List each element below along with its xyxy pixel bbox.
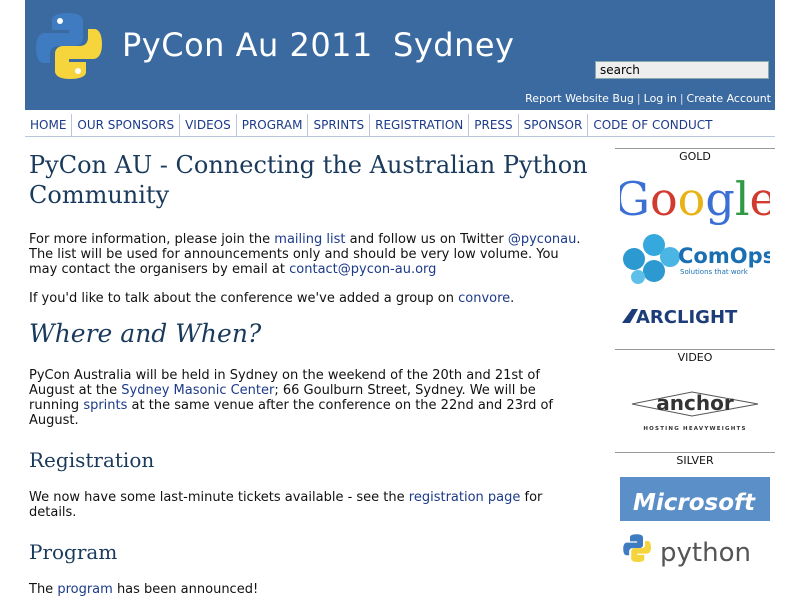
sponsor-sidebar: GOLD Google ComOps Solutions that work A… — [615, 148, 775, 567]
text: . — [510, 291, 515, 306]
convore-paragraph: If you'd like to talk about the conferen… — [29, 291, 589, 306]
comops-name: ComOps — [678, 244, 770, 268]
comops-sponsor-logo[interactable]: ComOps Solutions that work — [620, 229, 770, 287]
nav-program[interactable]: PROGRAM — [237, 113, 309, 136]
site-header: PyCon Au 2011 Sydney Report Website Bug|… — [25, 0, 775, 110]
venue-link[interactable]: Sydney Masonic Center — [121, 383, 274, 398]
search-input[interactable] — [595, 61, 769, 79]
gold-tier-label: GOLD — [615, 148, 775, 163]
header-links: Report Website Bug | Log in | Create Account — [525, 92, 771, 105]
logo-letter: o — [678, 172, 706, 226]
microsoft-sponsor-logo[interactable]: Microsoft — [620, 467, 770, 527]
intro-paragraph: For more information, please join the ma… — [29, 232, 589, 277]
login-link[interactable]: Log in — [644, 92, 677, 105]
nav-videos[interactable]: VIDEOS — [180, 113, 237, 136]
site-title: PyCon Au 2011 — [122, 26, 373, 64]
comops-tagline: Solutions that work — [680, 268, 749, 276]
separator: | — [679, 92, 684, 105]
text: The — [29, 582, 58, 597]
python-name: python — [660, 538, 751, 567]
anchor-tagline: HOSTING HEAVYWEIGHTS — [643, 426, 746, 432]
text: has been announced! — [112, 582, 259, 597]
python-sponsor-logo[interactable]: python — [620, 527, 770, 567]
logo-letter: l — [735, 172, 750, 226]
nav-press[interactable]: PRESS — [469, 113, 519, 136]
logo-letter: G — [620, 172, 650, 226]
page-title: PyCon AU - Connecting the Australian Pyt… — [29, 151, 588, 209]
create-account-link[interactable]: Create Account — [687, 92, 771, 105]
logo-letter: g — [705, 172, 734, 226]
separator: | — [636, 92, 641, 105]
python-logo-icon[interactable] — [33, 10, 105, 82]
text: If you'd like to talk about the conferen… — [29, 291, 459, 306]
arclight-sponsor-logo[interactable]: ARCLIGHT — [620, 287, 770, 337]
comops-bubbles-icon — [623, 234, 680, 284]
email-link[interactable]: contact@pycon-au.org — [289, 262, 436, 277]
text: and follow us on Twitter — [345, 232, 508, 247]
where-when-heading: Where and When? — [29, 319, 262, 348]
nav-home[interactable]: HOME — [25, 113, 73, 136]
convore-link[interactable]: convore — [458, 291, 510, 306]
main-nav: HOME OUR SPONSORS VIDEOS PROGRAM SPRINTS… — [25, 113, 775, 137]
anchor-name: anchor — [656, 391, 734, 415]
registration-heading: Registration — [29, 448, 155, 472]
logo-letter: o — [650, 172, 678, 226]
nav-our-sponsors[interactable]: OUR SPONSORS — [72, 113, 181, 136]
text: We now have some last-minute tickets ava… — [29, 490, 409, 505]
program-link[interactable]: program — [57, 582, 113, 597]
registration-page-link[interactable]: registration page — [409, 490, 521, 505]
twitter-link[interactable]: @pyconau — [508, 232, 577, 247]
registration-paragraph: We now have some last-minute tickets ava… — [29, 490, 589, 520]
site-city: Sydney — [393, 26, 515, 64]
microsoft-name: Microsoft — [633, 490, 756, 516]
program-heading: Program — [29, 540, 118, 564]
silver-tier-label: SILVER — [615, 452, 775, 467]
google-sponsor-logo[interactable]: Google — [620, 163, 770, 229]
google-logo-text: Google — [620, 172, 770, 226]
sprints-link[interactable]: sprints — [83, 398, 127, 413]
report-bug-link[interactable]: Report Website Bug — [525, 92, 634, 105]
where-paragraph: PyCon Australia will be held in Sydney o… — [29, 368, 589, 428]
nav-code-of-conduct[interactable]: CODE OF CONDUCT — [588, 114, 717, 136]
nav-sprints[interactable]: SPRINTS — [308, 113, 371, 136]
nav-sponsor[interactable]: SPONSOR — [519, 113, 589, 136]
arclight-name: ARCLIGHT — [636, 307, 738, 328]
program-paragraph: The program has been announced! — [29, 582, 589, 597]
nav-registration[interactable]: REGISTRATION — [370, 113, 470, 136]
video-tier-label: VIDEO — [615, 349, 775, 364]
main-content: PyCon AU - Connecting the Australian Pyt… — [29, 150, 589, 611]
python-sponsor-icon — [623, 534, 651, 562]
logo-letter: e — [750, 172, 770, 226]
text: For more information, please join the — [29, 232, 275, 247]
mailing-list-link[interactable]: mailing list — [274, 232, 345, 247]
anchor-sponsor-logo[interactable]: anchor HOSTING HEAVYWEIGHTS — [620, 364, 770, 442]
